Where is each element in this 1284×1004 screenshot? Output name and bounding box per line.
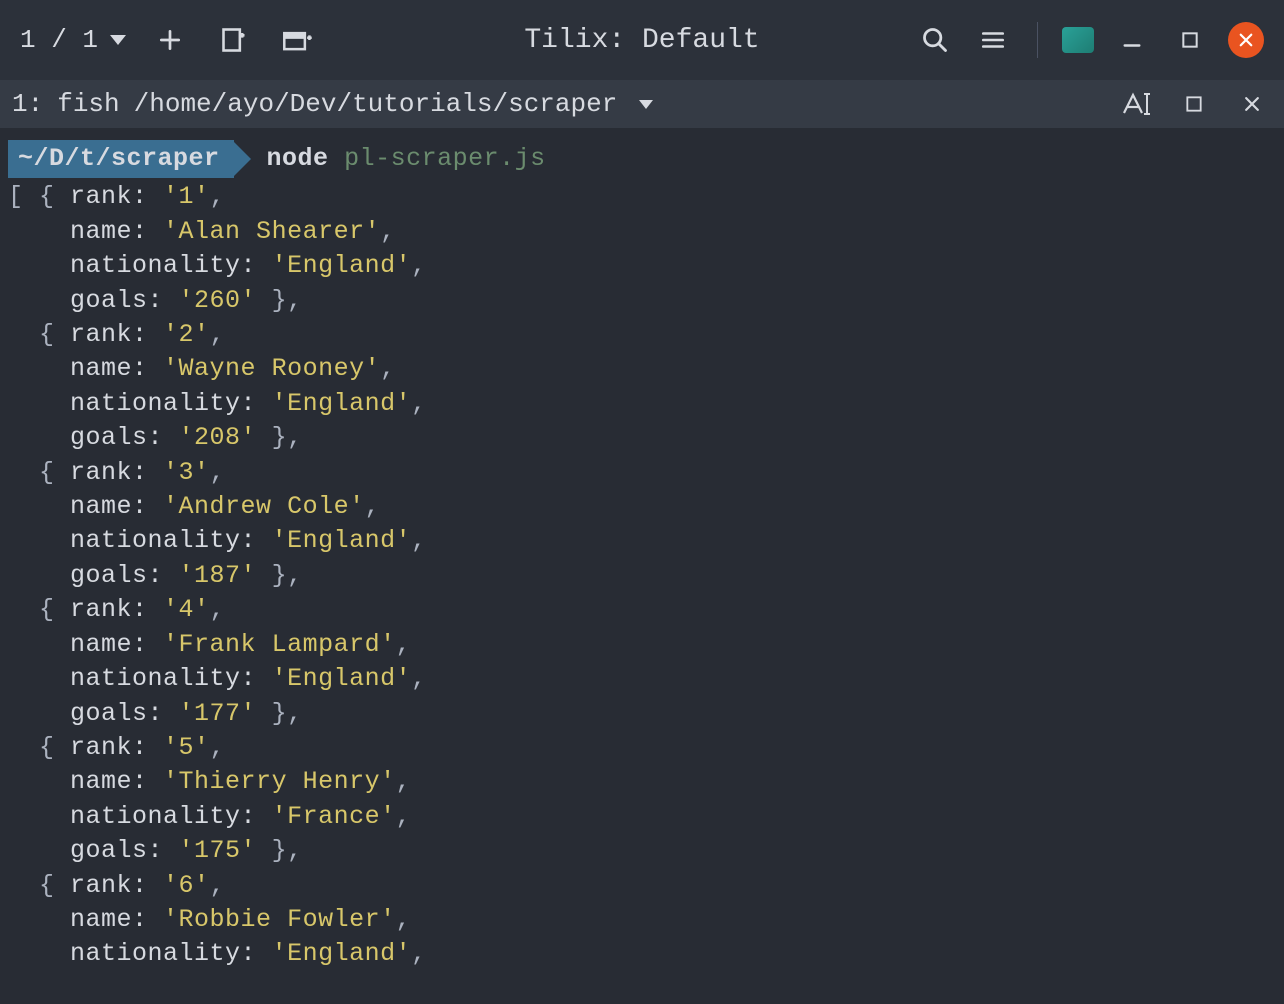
tab-shell: fish <box>57 89 119 119</box>
search-button[interactable] <box>915 20 955 60</box>
maximize-button[interactable] <box>1170 20 1210 60</box>
plus-icon <box>157 27 183 53</box>
pane-maximize-button[interactable] <box>1174 84 1214 124</box>
command-line: node pl-scraper.js <box>267 142 546 176</box>
square-icon <box>1184 94 1204 114</box>
add-terminal-right-button[interactable] <box>278 20 318 60</box>
prompt-arrow-icon <box>234 142 251 176</box>
terminal-tab-bar: 1: fish /home/ayo/Dev/tutorials/scraper <box>0 80 1284 128</box>
add-terminal-down-button[interactable] <box>214 20 254 60</box>
window-title: Tilix: Default <box>524 25 759 56</box>
prompt-line: ~/D/t/scraper node pl-scraper.js <box>8 140 1276 178</box>
tab-title[interactable]: 1: fish /home/ayo/Dev/tutorials/scraper <box>12 89 653 119</box>
chevron-down-icon <box>639 100 653 109</box>
app-icon <box>1062 27 1094 53</box>
terminal-output: [ { rank: '1', name: 'Alan Shearer', nat… <box>8 180 1276 971</box>
text-cursor-icon <box>1121 91 1151 117</box>
session-counter-text: 1 / 1 <box>20 25 98 55</box>
input-select-button[interactable] <box>1116 84 1156 124</box>
session-counter-dropdown[interactable]: 1 / 1 <box>20 25 126 55</box>
command-name: node <box>267 144 329 173</box>
titlebar-right-group <box>915 20 1264 60</box>
chevron-down-icon <box>110 35 126 45</box>
tab-path: /home/ayo/Dev/tutorials/scraper <box>134 89 618 119</box>
titlebar-left-group: 1 / 1 <box>20 20 318 60</box>
pane-close-button[interactable] <box>1232 84 1272 124</box>
add-terminal-button[interactable] <box>150 20 190 60</box>
search-icon <box>921 26 949 54</box>
terminal-body[interactable]: ~/D/t/scraper node pl-scraper.js [ { ran… <box>0 128 1284 984</box>
tab-right-controls <box>1116 84 1272 124</box>
divider <box>1037 22 1038 58</box>
window-titlebar: 1 / 1 Tilix: Default <box>0 0 1284 80</box>
split-pane-icon <box>282 26 314 54</box>
minimize-icon <box>1121 29 1143 51</box>
maximize-icon <box>1180 30 1200 50</box>
prompt-cwd-badge: ~/D/t/scraper <box>8 140 234 178</box>
close-window-button[interactable] <box>1228 22 1264 58</box>
close-icon <box>1242 94 1262 114</box>
close-icon <box>1237 31 1255 49</box>
hamburger-icon <box>980 27 1006 53</box>
new-pane-icon <box>220 26 248 54</box>
minimize-button[interactable] <box>1112 20 1152 60</box>
command-arg: pl-scraper.js <box>344 144 546 173</box>
menu-button[interactable] <box>973 20 1013 60</box>
tab-index: 1: <box>12 89 43 119</box>
